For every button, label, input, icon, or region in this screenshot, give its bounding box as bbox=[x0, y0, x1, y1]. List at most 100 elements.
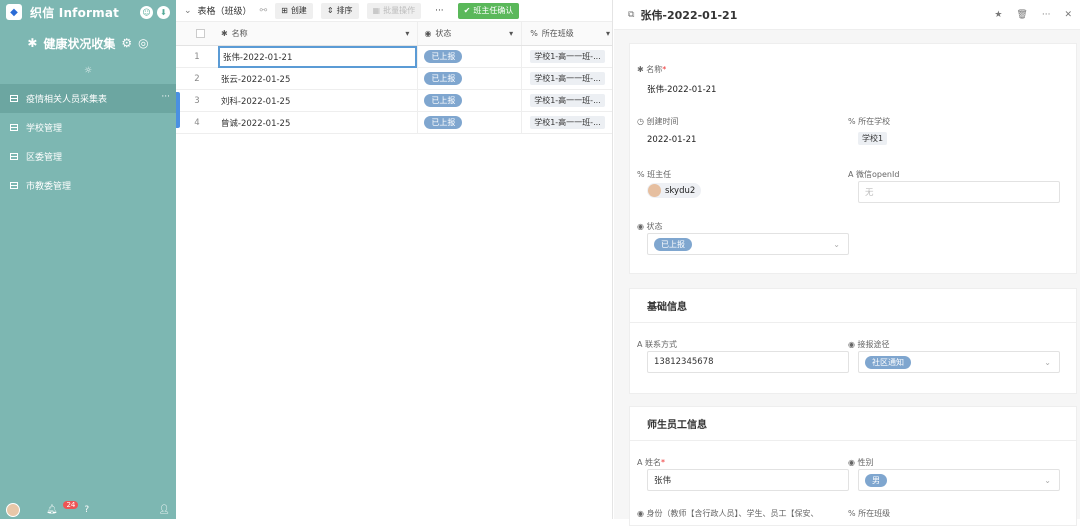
plus-icon: ⊞ bbox=[281, 6, 288, 15]
trash-icon[interactable]: 🗑︎ bbox=[1016, 10, 1027, 20]
chevron-down-icon[interactable]: ▾ bbox=[509, 29, 513, 38]
add-user-icon[interactable]: 👤︎ bbox=[159, 505, 170, 515]
table-icon bbox=[10, 182, 18, 189]
status-badge: 已上报 bbox=[424, 116, 463, 129]
status-icon: ◉ bbox=[424, 29, 432, 38]
column-label: 名称 bbox=[231, 29, 248, 38]
class-tag: 学校1-高一一班-... bbox=[530, 116, 605, 129]
settings-circle-icon[interactable]: ◎ bbox=[138, 36, 148, 50]
bell-icon[interactable]: 🔔︎ bbox=[46, 505, 57, 515]
field-label-created: ◷ 创建时间 bbox=[637, 117, 679, 126]
table-icon bbox=[10, 153, 18, 160]
chevron-down-icon[interactable]: ⌄ bbox=[184, 6, 192, 16]
cell-name[interactable]: 曾诚-2022-01-25 bbox=[218, 117, 418, 129]
create-button[interactable]: ⊞ 创建 bbox=[275, 2, 313, 19]
column-header-class[interactable]: % 所在班级 ▾ bbox=[521, 22, 612, 45]
panel-resize-handle[interactable] bbox=[176, 92, 180, 128]
cell-class[interactable]: 学校1-高一一班-... bbox=[521, 68, 612, 89]
field-label-status: ◉ 状态 bbox=[637, 222, 663, 231]
table-row[interactable]: 1 张伟-2022-01-21 已上报 学校1-高一一班-... bbox=[176, 45, 612, 68]
cell-status[interactable]: 已上报 bbox=[417, 46, 521, 67]
sidebar-nav: 疫情相关人员采集表 ··· 学校管理 区委管理 市教委管理 bbox=[0, 84, 176, 200]
class-tag: 学校1-高一一班-... bbox=[530, 72, 605, 85]
table-row[interactable]: 3 刘科-2022-01-25 已上报 学校1-高一一班-... bbox=[176, 90, 612, 112]
main-fields-card: ✱ 名称* 张伟-2022-01-21 ◷ 创建时间 2022-01-21 % … bbox=[629, 43, 1077, 274]
basic-info-card: 基础信息 A 联系方式 13812345678 ◉ 接报途径 社区通知 ⌄ bbox=[629, 288, 1077, 394]
cell-class[interactable]: 学校1-高一一班-... bbox=[521, 90, 612, 111]
record-title: 张伟-2022-01-21 bbox=[640, 8, 738, 22]
check-icon: ✔ bbox=[463, 6, 471, 15]
field-label-school: % 所在学校 bbox=[848, 117, 891, 126]
field-value-teacher[interactable]: skydu2 bbox=[647, 183, 702, 198]
status-select[interactable]: 已上报 ⌄ bbox=[647, 233, 849, 255]
field-label-gender: ◉ 性别 bbox=[848, 458, 874, 467]
sidebar-footer: 🔔︎ 24 ? 👤︎ bbox=[0, 501, 176, 519]
sidebar-item-epidemic-form[interactable]: 疫情相关人员采集表 ··· bbox=[0, 84, 176, 113]
notification-badge: 24 bbox=[63, 501, 79, 509]
field-label-teacher: % 班主任 bbox=[637, 170, 672, 179]
batch-label: 批量操作 bbox=[383, 6, 416, 15]
toolbar: ⌄ 表格（班级） ⚯ ⊞ 创建 ⇕ 排序 ▦ 批量操作 ··· ✔ 班主任确认 bbox=[176, 0, 612, 22]
theme-icon[interactable]: ☼ bbox=[0, 62, 176, 80]
cell-class[interactable]: 学校1-高一一班-... bbox=[521, 112, 612, 133]
help-icon[interactable]: ? bbox=[84, 505, 89, 515]
panel-header: ⧉ 张伟-2022-01-21 ★ 🗑︎ ··· ✕ bbox=[614, 0, 1080, 30]
source-select[interactable]: 社区通知 ⌄ bbox=[858, 351, 1060, 373]
row-number: 4 bbox=[194, 117, 200, 128]
row-number: 3 bbox=[194, 95, 200, 106]
class-tag: 学校1-高一一班-... bbox=[530, 94, 605, 107]
confirm-button[interactable]: ✔ 班主任确认 bbox=[457, 2, 520, 19]
star-icon[interactable]: ★ bbox=[994, 10, 1002, 20]
field-value-name[interactable]: 张伟-2022-01-21 bbox=[647, 83, 716, 95]
cell-status[interactable]: 已上报 bbox=[417, 90, 521, 111]
copy-icon[interactable]: ⧉ bbox=[628, 10, 634, 20]
cell-status[interactable]: 已上报 bbox=[417, 112, 521, 133]
contact-field[interactable]: 13812345678 bbox=[647, 351, 849, 373]
sort-button[interactable]: ⇕ 排序 bbox=[320, 2, 359, 19]
column-header-status[interactable]: ◉ 状态 ▾ bbox=[417, 22, 521, 45]
row-number: 1 bbox=[194, 51, 200, 62]
bluetooth-icon: ✱ bbox=[27, 36, 38, 50]
avatar[interactable] bbox=[6, 503, 20, 517]
staff-info-card: 师生员工信息 A 姓名* 张伟 ◉ 性别 男 ⌄ ◉ 身份（教师【含行政人员】、学… bbox=[629, 406, 1077, 526]
cell-name[interactable]: 刘科-2022-01-25 bbox=[218, 95, 418, 107]
cell-class[interactable]: 学校1-高一一班-... bbox=[521, 46, 612, 67]
table-row[interactable]: 4 曾诚-2022-01-25 已上报 学校1-高一一班-... bbox=[176, 112, 612, 134]
record-detail-panel: ⧉ 张伟-2022-01-21 ★ 🗑︎ ··· ✕ ✱ 名称* 张伟-2022… bbox=[614, 0, 1080, 526]
view-title[interactable]: 表格（班级） bbox=[198, 4, 252, 17]
more-button[interactable]: ··· bbox=[435, 6, 444, 16]
sidebar-item-label: 市教委管理 bbox=[26, 182, 72, 192]
app-title-row: ✱ 健康状况收集 ⚙ ◎ bbox=[0, 24, 176, 62]
informat-logo: ◆ bbox=[6, 4, 22, 20]
field-label-contact: A 联系方式 bbox=[637, 340, 678, 349]
sidebar-item-city[interactable]: 市教委管理 bbox=[0, 171, 176, 200]
openid-field[interactable]: 无 bbox=[858, 181, 1060, 203]
field-label-person: A 姓名* bbox=[637, 458, 666, 467]
share-icon[interactable]: ⚯ bbox=[260, 6, 268, 16]
user-avatar-icon[interactable]: ☺ bbox=[140, 5, 153, 19]
cell-name[interactable]: 张伟-2022-01-21 bbox=[217, 45, 418, 68]
more-icon[interactable]: ··· bbox=[1042, 10, 1051, 20]
cell-status[interactable]: 已上报 bbox=[417, 68, 521, 89]
chevron-down-icon[interactable]: ▾ bbox=[606, 29, 610, 38]
gender-select[interactable]: 男 ⌄ bbox=[858, 469, 1060, 491]
download-icon[interactable]: ⬇ bbox=[157, 5, 170, 19]
row-number: 2 bbox=[194, 73, 200, 84]
person-name-field[interactable]: 张伟 bbox=[647, 469, 849, 491]
field-value-created: 2022-01-21 bbox=[647, 135, 697, 145]
select-all-checkbox[interactable] bbox=[176, 29, 218, 38]
more-icon[interactable]: ··· bbox=[161, 92, 170, 102]
batch-button[interactable]: ▦ 批量操作 bbox=[366, 2, 422, 19]
chevron-down-icon[interactable]: ▾ bbox=[405, 29, 409, 38]
sidebar: ◆ 织信 Informat ☺ ⬇ ✱ 健康状况收集 ⚙ ◎ ☼ 疫情相关人员采… bbox=[0, 0, 176, 519]
sidebar-item-label: 疫情相关人员采集表 bbox=[26, 95, 108, 105]
cell-name[interactable]: 张云-2022-01-25 bbox=[218, 73, 418, 85]
table-row[interactable]: 2 张云-2022-01-25 已上报 学校1-高一一班-... bbox=[176, 68, 612, 90]
sidebar-item-school[interactable]: 学校管理 bbox=[0, 113, 176, 142]
column-header-name[interactable]: ✱ 名称 ▾ bbox=[218, 22, 418, 45]
create-label: 创建 bbox=[290, 6, 307, 15]
close-icon[interactable]: ✕ bbox=[1064, 10, 1072, 20]
gear-icon[interactable]: ⚙ bbox=[121, 36, 132, 50]
field-value-school[interactable]: 学校1 bbox=[858, 132, 888, 145]
sidebar-item-district[interactable]: 区委管理 bbox=[0, 142, 176, 171]
